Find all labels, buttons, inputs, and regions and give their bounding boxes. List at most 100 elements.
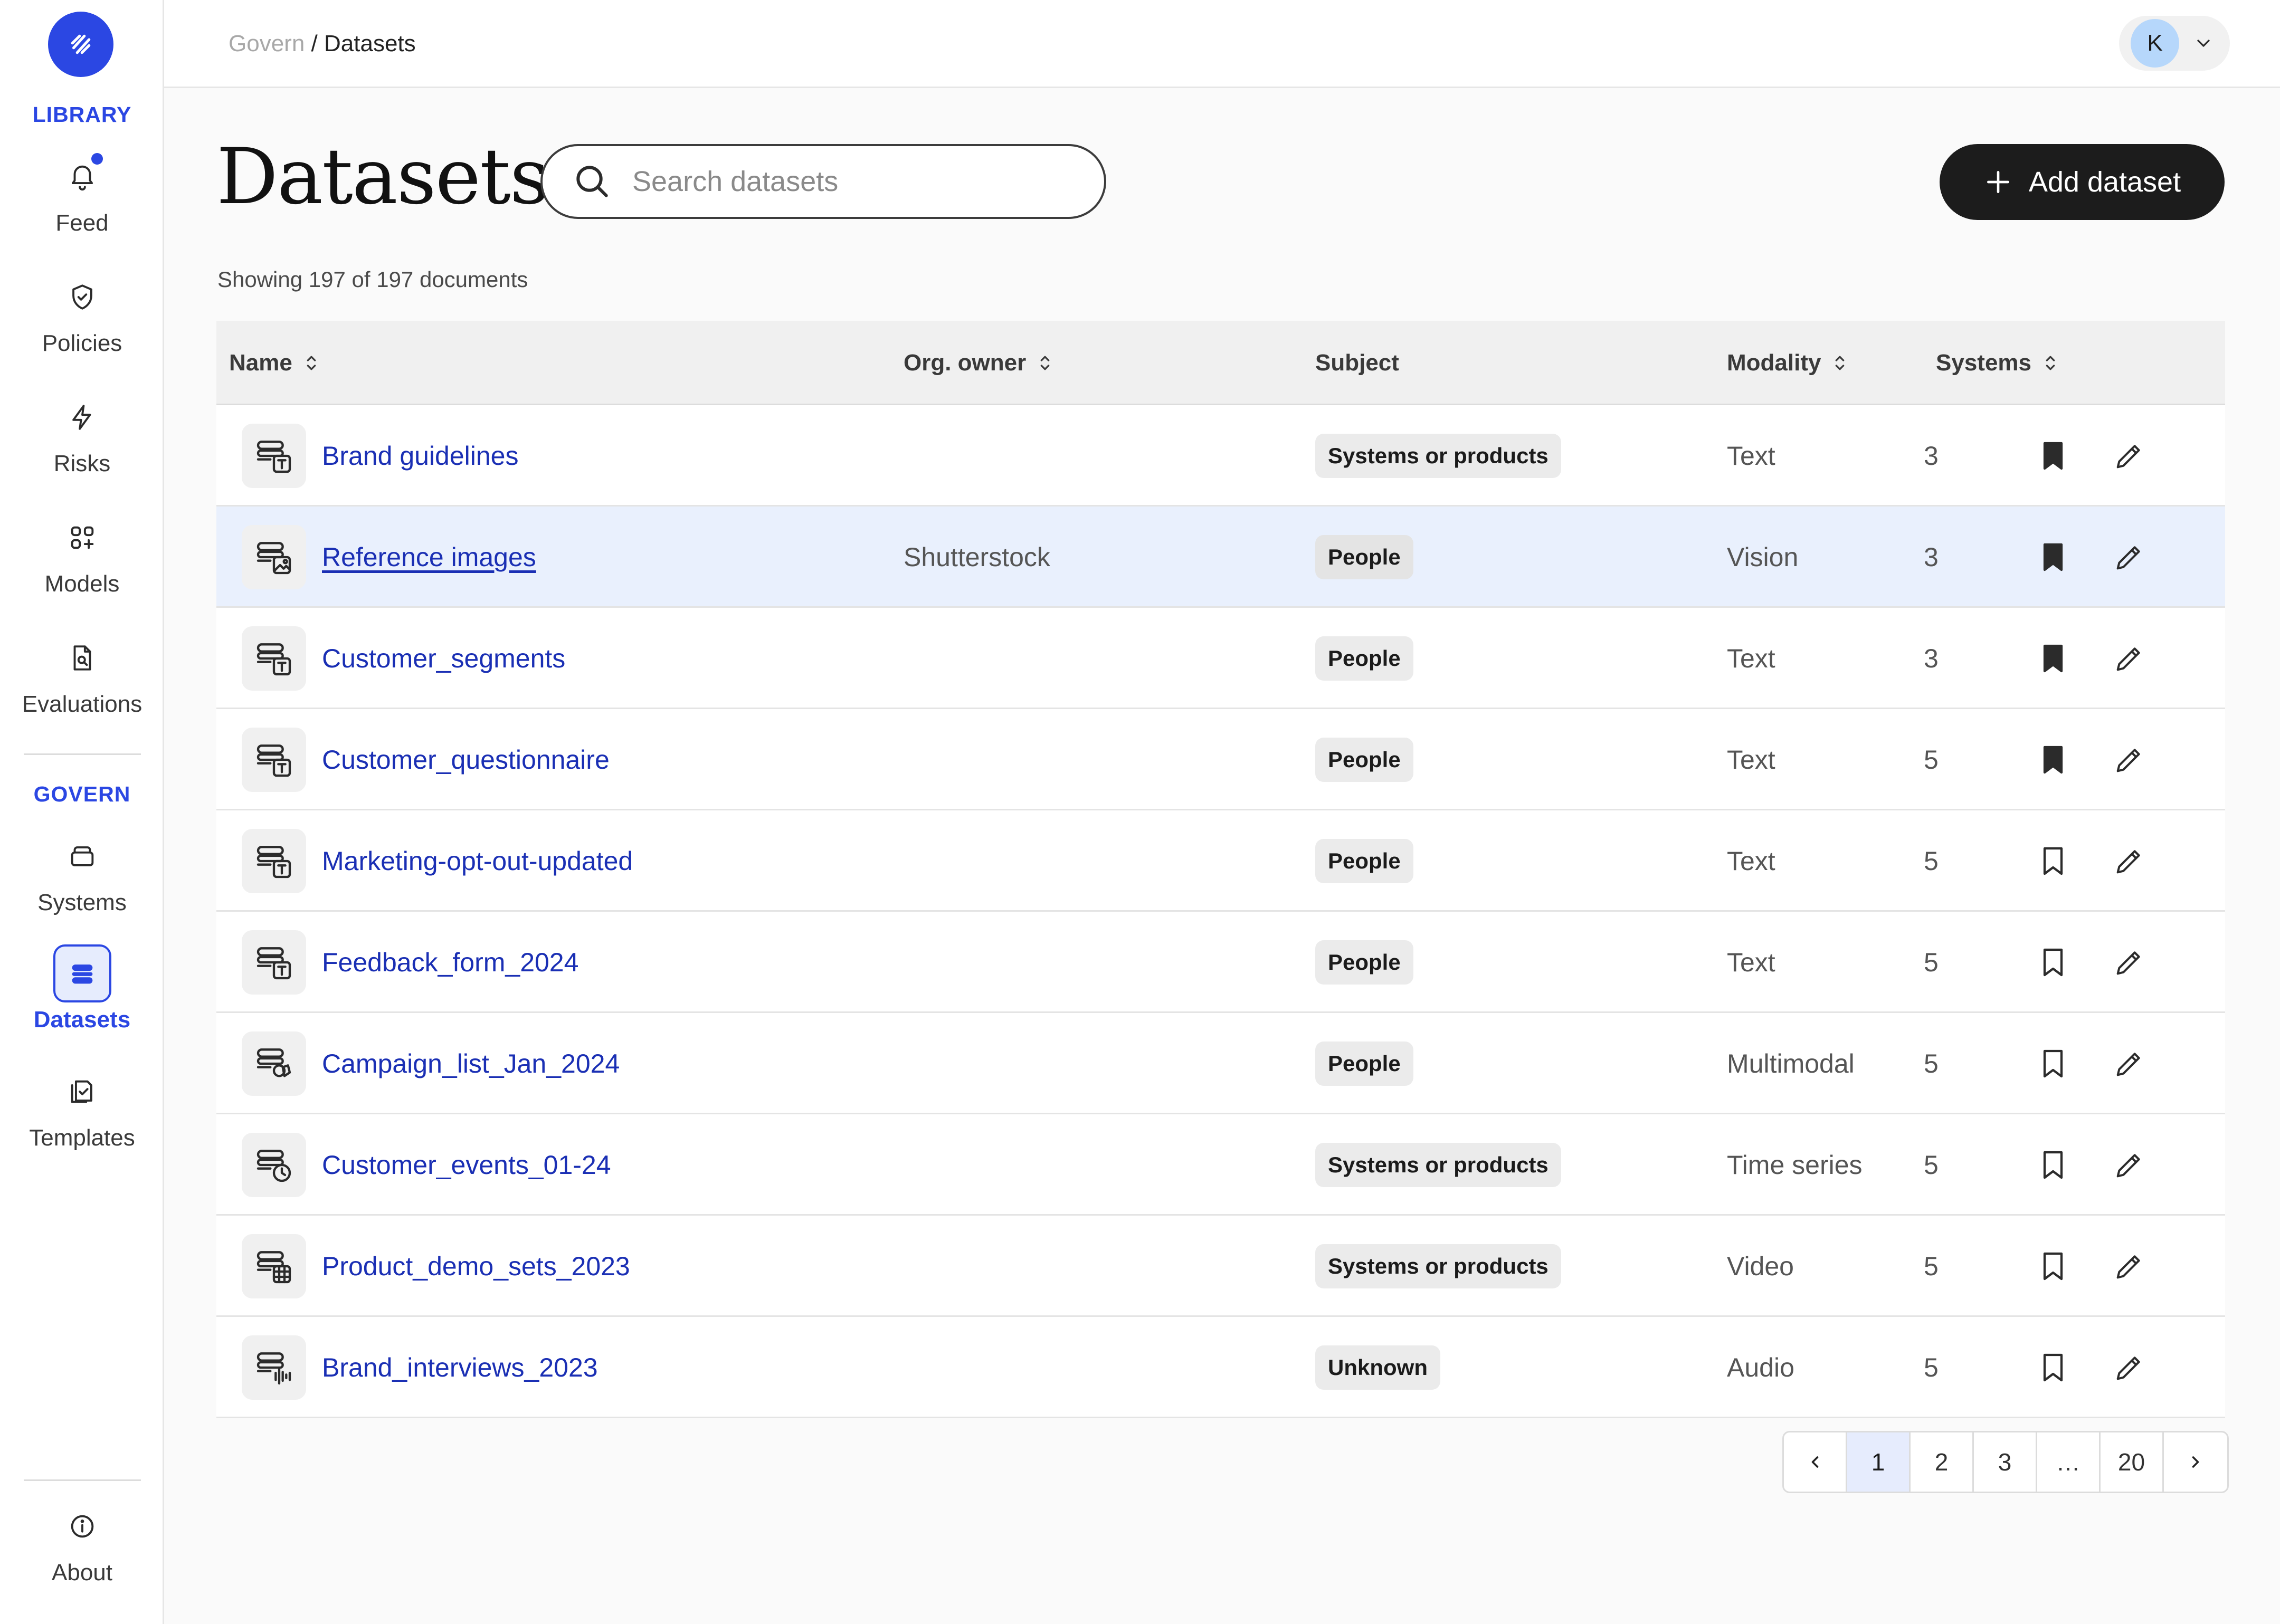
dataset-type-icon-wrapper (242, 1335, 306, 1400)
bookmark-button[interactable] (2036, 1216, 2070, 1317)
bookmark-button[interactable] (2036, 405, 2070, 507)
bookmark-filled-icon (2043, 644, 2063, 673)
dataset-name-link[interactable]: Marketing-opt-out-updated (322, 846, 633, 876)
multimodal-dataset-icon (256, 1048, 291, 1077)
search-box[interactable] (540, 144, 1106, 219)
dataset-name-link[interactable]: Customer_questionnaire (322, 744, 610, 775)
text-dataset-icon (256, 744, 291, 777)
table-row[interactable]: Customer_segments People Text 3 (216, 608, 2225, 709)
column-header-systems[interactable]: Systems (1936, 321, 2059, 405)
org-owner-value: Shutterstock (904, 542, 1050, 572)
bookmark-button[interactable] (2036, 1114, 2070, 1216)
systems-stack-icon (71, 846, 93, 866)
table-row[interactable]: Campaign_list_Jan_2024 People Multimodal 5 (216, 1013, 2225, 1114)
edit-button[interactable] (2112, 1216, 2146, 1317)
sidebar-item-evaluations[interactable]: Evaluations (0, 629, 164, 734)
page-button-2[interactable]: 2 (1911, 1432, 1974, 1492)
edit-button[interactable] (2112, 912, 2146, 1013)
bookmark-button[interactable] (2036, 1317, 2070, 1418)
previous-page-button[interactable] (1784, 1432, 1847, 1492)
column-header-modality[interactable]: Modality (1727, 321, 1848, 405)
dataset-name-link[interactable]: Reference images (322, 542, 536, 572)
edit-button[interactable] (2112, 1114, 2146, 1216)
app-logo[interactable] (48, 12, 113, 77)
edit-button[interactable] (2112, 1013, 2146, 1114)
edit-button[interactable] (2112, 810, 2146, 912)
search-input[interactable] (632, 165, 1065, 198)
sidebar-item-models[interactable]: Models (0, 509, 164, 614)
bookmark-button[interactable] (2036, 810, 2070, 912)
table-row[interactable]: Product_demo_sets_2023 Systems or product… (216, 1216, 2225, 1317)
table-row[interactable]: Customer_events_01-24 Systems or products… (216, 1114, 2225, 1216)
dataset-name-link[interactable]: Feedback_form_2024 (322, 947, 578, 978)
page-button-1[interactable]: 1 (1847, 1432, 1911, 1492)
edit-button[interactable] (2112, 405, 2146, 507)
table-row[interactable]: Customer_questionnaire People Text 5 (216, 709, 2225, 810)
table-row[interactable]: Marketing-opt-out-updated People Text 5 (216, 810, 2225, 912)
bookmark-button[interactable] (2036, 608, 2070, 709)
page-button-20[interactable]: 20 (2101, 1432, 2164, 1492)
sidebar-item-datasets[interactable]: Datasets (0, 944, 164, 1050)
datasets-table: Name Org. owner Subject Modality Systems… (216, 321, 2225, 1418)
modality-cell: Text (1727, 912, 1775, 1013)
subject-cell: People (1315, 810, 1413, 912)
name-cell: Marketing-opt-out-updated (242, 810, 633, 912)
table-row[interactable]: Brand guidelines Systems or products Text 3 (216, 405, 2225, 507)
bookmark-button[interactable] (2036, 709, 2070, 810)
systems-count: 3 (1924, 542, 1939, 572)
bell-icon (71, 165, 93, 191)
table-row[interactable]: Reference images Shutterstock People Vision… (216, 507, 2225, 608)
breadcrumb: Govern / Datasets (229, 31, 416, 57)
dataset-name-link[interactable]: Customer_events_01-24 (322, 1150, 611, 1180)
bookmark-button[interactable] (2036, 1013, 2070, 1114)
breadcrumb-separator: / (311, 31, 318, 56)
subject-cell: Systems or products (1315, 1216, 1561, 1317)
pencil-icon (2116, 546, 2140, 570)
column-header-subject: Subject (1315, 350, 1399, 376)
add-dataset-label: Add dataset (2028, 166, 2181, 198)
edit-button[interactable] (2112, 507, 2146, 608)
bookmark-icon (2043, 847, 2063, 875)
column-header-org-owner[interactable]: Org. owner (904, 321, 1053, 405)
page-button-3[interactable]: 3 (1974, 1432, 2037, 1492)
dataset-name-link[interactable]: Brand_interviews_2023 (322, 1352, 598, 1383)
breadcrumb-govern-link[interactable]: Govern (229, 31, 305, 56)
systems-count: 5 (1924, 745, 1939, 775)
table-row[interactable]: Feedback_form_2024 People Text 5 (216, 912, 2225, 1013)
sidebar-item-systems[interactable]: Systems (0, 827, 164, 933)
table-row[interactable]: Brand_interviews_2023 Unknown Audio 5 (216, 1317, 2225, 1418)
systems-count: 3 (1924, 644, 1939, 673)
pencil-icon (2116, 951, 2140, 975)
subject-badge: People (1315, 1042, 1413, 1086)
sidebar-item-policies[interactable]: Policies (0, 268, 164, 374)
bookmark-button[interactable] (2036, 507, 2070, 608)
subject-badge: Systems or products (1315, 1244, 1561, 1288)
modality-value: Text (1727, 846, 1775, 876)
systems-cell: 5 (1924, 1114, 1939, 1216)
sidebar-item-templates[interactable]: Templates (0, 1063, 164, 1168)
sidebar-item-feed[interactable]: Feed (0, 148, 164, 253)
edit-button[interactable] (2112, 608, 2146, 709)
database-icon (72, 964, 92, 984)
add-dataset-button[interactable]: Add dataset (1940, 144, 2225, 220)
chevron-left-icon (1811, 1456, 1818, 1468)
name-cell: Customer_segments (242, 608, 565, 709)
dataset-name-link[interactable]: Brand guidelines (322, 441, 519, 471)
user-menu[interactable]: K (2119, 16, 2230, 71)
templates-icon (71, 1080, 92, 1103)
text-dataset-icon (256, 643, 291, 676)
dataset-type-icon-wrapper (242, 930, 306, 995)
systems-count: 5 (1924, 846, 1939, 876)
sidebar-item-about[interactable]: About (0, 1497, 164, 1603)
dataset-name-link[interactable]: Campaign_list_Jan_2024 (322, 1048, 620, 1079)
edit-button[interactable] (2112, 1317, 2146, 1418)
edit-button[interactable] (2112, 709, 2146, 810)
column-header-name[interactable]: Name (229, 321, 320, 405)
dataset-name-link[interactable]: Product_demo_sets_2023 (322, 1251, 630, 1282)
next-page-button[interactable] (2164, 1432, 2227, 1492)
dataset-name-link[interactable]: Customer_segments (322, 643, 565, 674)
sidebar-item-risks[interactable]: Risks (0, 388, 164, 494)
page-title: Datasets (216, 132, 549, 222)
bookmark-button[interactable] (2036, 912, 2070, 1013)
subject-cell: Systems or products (1315, 405, 1561, 507)
